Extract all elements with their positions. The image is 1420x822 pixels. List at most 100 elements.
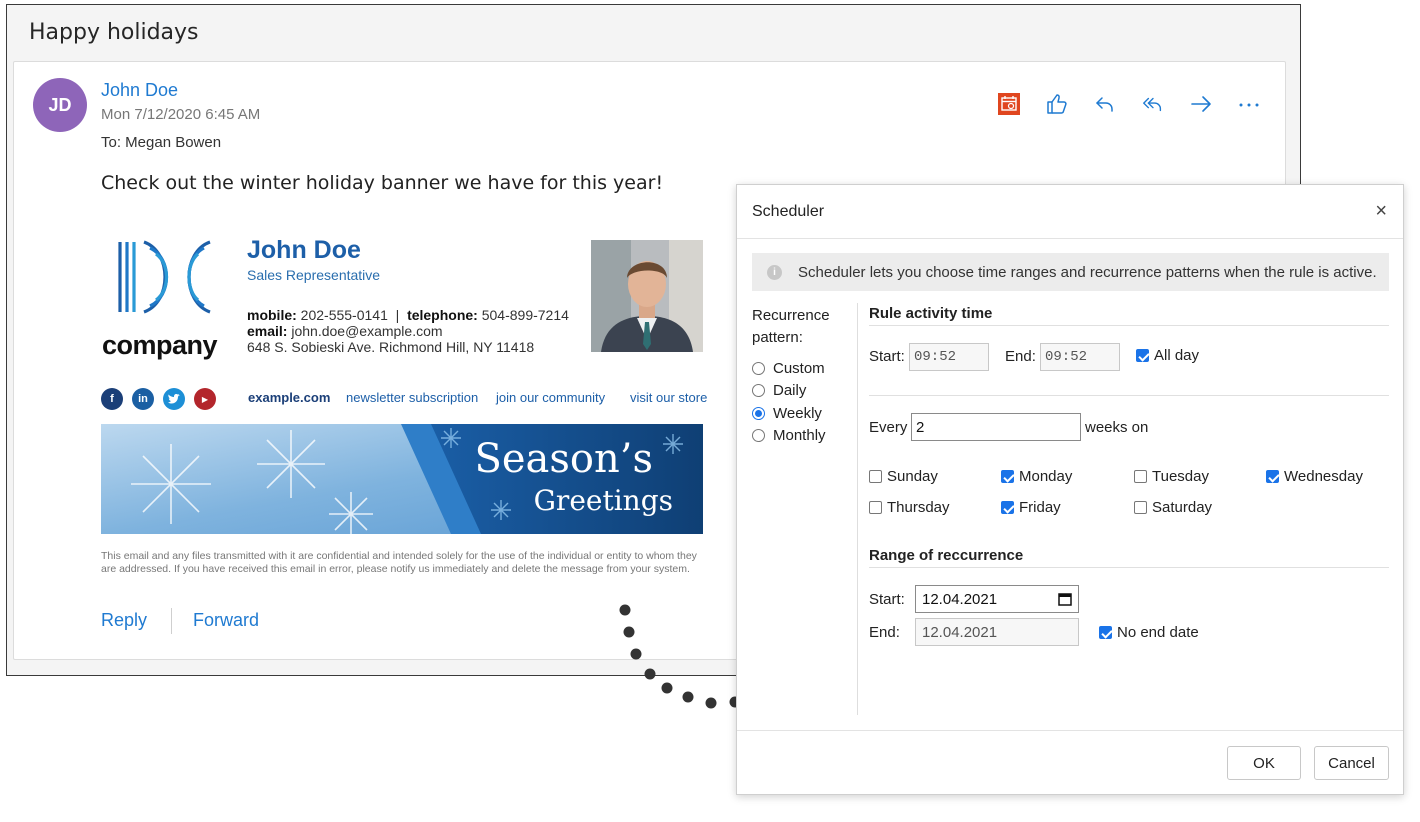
signature-contact: mobile: 202-555-0141 | telephone: 504-89… — [247, 307, 569, 355]
day-monday-checkbox[interactable] — [1001, 470, 1014, 483]
close-icon[interactable]: × — [1375, 201, 1387, 221]
day-friday-label: Friday — [1019, 499, 1061, 516]
day-saturday-option[interactable]: Saturday — [1134, 499, 1212, 516]
range-end-date-input[interactable]: 12.04.2021 — [915, 618, 1079, 646]
no-end-date-option[interactable]: No end date — [1099, 624, 1199, 641]
recurrence-pattern-options: Custom Daily Weekly Monthly — [752, 357, 826, 447]
community-link[interactable]: join our community — [496, 390, 605, 405]
day-tuesday-checkbox[interactable] — [1134, 470, 1147, 483]
day-monday-label: Monday — [1019, 468, 1073, 485]
cancel-button[interactable]: Cancel — [1314, 746, 1389, 780]
dialog-title: Scheduler — [752, 203, 825, 220]
day-sunday-label: Sunday — [887, 468, 938, 485]
day-thursday-label: Thursday — [887, 499, 950, 516]
signature-name: John Doe — [247, 236, 361, 264]
range-start-date-value: 12.04.2021 — [922, 590, 998, 608]
pattern-weekly-radio[interactable] — [752, 406, 765, 420]
pattern-daily-label: Daily — [773, 382, 807, 400]
calendar-scheduler-icon[interactable] — [997, 92, 1021, 116]
ok-button[interactable]: OK — [1227, 746, 1301, 780]
day-tuesday-option[interactable]: Tuesday — [1134, 468, 1209, 485]
range-heading: Range of reccurrence — [869, 547, 1024, 564]
day-saturday-label: Saturday — [1152, 499, 1213, 516]
reply-icon[interactable] — [1093, 92, 1117, 116]
rule-activity-divider — [869, 325, 1389, 326]
forward-icon[interactable] — [1189, 92, 1213, 116]
pattern-custom-label: Custom — [773, 359, 825, 377]
pattern-monthly-radio[interactable] — [752, 429, 765, 443]
every-weeks-input[interactable]: 2 — [911, 413, 1081, 441]
message-actions — [997, 92, 1261, 116]
youtube-icon[interactable]: ▶ — [194, 388, 216, 410]
sender-name[interactable]: John Doe — [101, 80, 178, 101]
email-address[interactable]: john.doe@example.com — [291, 323, 442, 339]
day-monday-option[interactable]: Monday — [1001, 468, 1072, 485]
info-text: Scheduler lets you choose time ranges an… — [798, 263, 1377, 281]
rule-activity-heading: Rule activity time — [869, 305, 993, 322]
signature-title: Sales Representative — [247, 267, 381, 283]
pattern-daily-option[interactable]: Daily — [752, 380, 826, 403]
banner-headline: Season’s — [474, 436, 653, 482]
banner-subheadline: Greetings — [533, 484, 673, 517]
all-day-checkbox[interactable] — [1136, 349, 1149, 362]
day-friday-checkbox[interactable] — [1001, 501, 1014, 514]
every-label: Every — [869, 419, 908, 436]
weeks-on-label: weeks on — [1085, 419, 1149, 436]
reply-button[interactable]: Reply — [101, 610, 147, 631]
pattern-weekly-label: Weekly — [773, 404, 822, 422]
sent-date: Mon 7/12/2020 6:45 AM — [101, 106, 261, 123]
info-icon: i — [767, 264, 782, 280]
pattern-monthly-option[interactable]: Monthly — [752, 425, 826, 448]
pattern-weekly-option[interactable]: Weekly — [752, 402, 826, 425]
calendar-icon[interactable] — [1058, 592, 1072, 606]
activity-separator — [869, 395, 1389, 396]
newsletter-link[interactable]: newsletter subscription — [346, 390, 478, 405]
day-sunday-option[interactable]: Sunday — [869, 468, 938, 485]
day-wednesday-checkbox[interactable] — [1266, 470, 1279, 483]
range-start-date-input[interactable]: 12.04.2021 — [915, 585, 1079, 613]
range-start-label: Start: — [869, 591, 905, 608]
postal-address: 648 S. Sobieski Ave. Richmond Hill, NY 1… — [247, 339, 535, 355]
all-day-label: All day — [1154, 347, 1200, 364]
recurrence-pattern-label: Recurrence pattern: — [752, 307, 830, 346]
pattern-custom-option[interactable]: Custom — [752, 357, 826, 380]
mobile-number: 202-555-0141 — [300, 307, 388, 323]
day-wednesday-label: Wednesday — [1284, 468, 1363, 485]
store-link[interactable]: visit our store — [630, 390, 707, 405]
pattern-daily-radio[interactable] — [752, 384, 765, 398]
holiday-banner[interactable]: Season’s Greetings — [101, 424, 703, 534]
twitter-icon[interactable] — [163, 388, 185, 410]
avatar[interactable]: JD — [33, 78, 87, 132]
social-links: f in ▶ — [101, 388, 216, 410]
info-banner: i Scheduler lets you choose time ranges … — [752, 253, 1389, 291]
scheduler-dialog: Scheduler × i Scheduler lets you choose … — [736, 184, 1404, 795]
day-thursday-checkbox[interactable] — [869, 501, 882, 514]
forward-button[interactable]: Forward — [193, 610, 259, 631]
day-wednesday-option[interactable]: Wednesday — [1266, 468, 1363, 485]
website-link[interactable]: example.com — [248, 390, 330, 405]
day-saturday-checkbox[interactable] — [1134, 501, 1147, 514]
facebook-icon[interactable]: f — [101, 388, 123, 410]
profile-photo — [591, 240, 703, 352]
activity-start-time[interactable]: 09:52 — [909, 343, 989, 371]
activity-start-label: Start: — [869, 348, 905, 365]
more-icon[interactable] — [1237, 92, 1261, 116]
activity-end-time[interactable]: 09:52 — [1040, 343, 1120, 371]
day-friday-option[interactable]: Friday — [1001, 499, 1061, 516]
day-tuesday-label: Tuesday — [1152, 468, 1209, 485]
reply-all-icon[interactable] — [1141, 92, 1165, 116]
reply-forward-divider — [171, 608, 172, 634]
message-body-text: Check out the winter holiday banner we h… — [101, 172, 664, 194]
linkedin-icon[interactable]: in — [132, 388, 154, 410]
day-thursday-option[interactable]: Thursday — [869, 499, 950, 516]
all-day-option[interactable]: All day — [1136, 347, 1199, 364]
dialog-footer-divider — [737, 730, 1403, 731]
range-end-label: End: — [869, 624, 900, 641]
like-icon[interactable] — [1045, 92, 1069, 116]
email-subject: Happy holidays — [29, 20, 199, 45]
telephone-number: 504-899-7214 — [481, 307, 569, 323]
range-divider — [869, 567, 1389, 568]
pattern-custom-radio[interactable] — [752, 361, 765, 375]
day-sunday-checkbox[interactable] — [869, 470, 882, 483]
no-end-date-checkbox[interactable] — [1099, 626, 1112, 639]
